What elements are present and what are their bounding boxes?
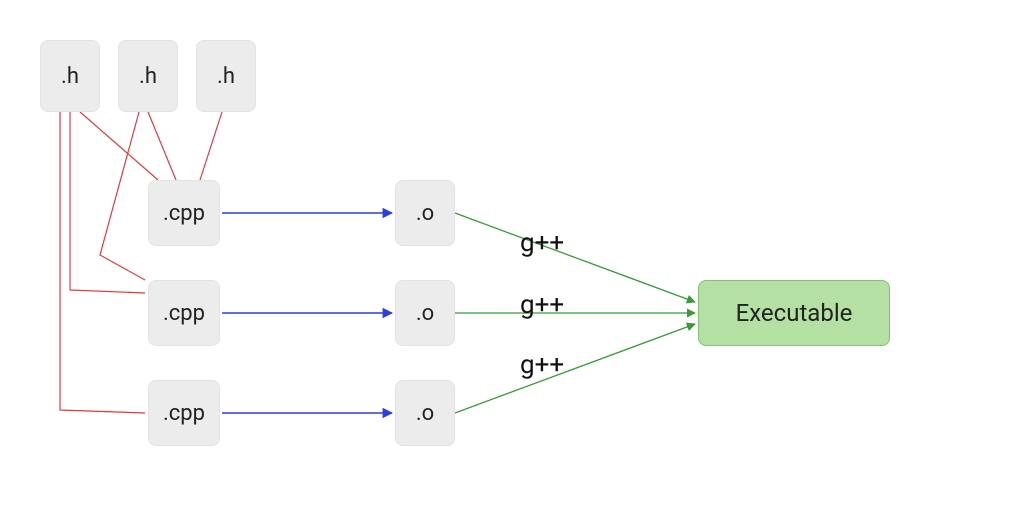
edge-label-link-1: g++ xyxy=(520,228,564,258)
edge-h1-cpp1 xyxy=(80,112,158,180)
edge-o3-exe xyxy=(455,324,695,413)
node-label: .o xyxy=(416,201,434,226)
node-executable: Executable xyxy=(698,280,890,346)
node-object-1: .o xyxy=(395,180,455,246)
node-header-2: .h xyxy=(118,40,178,112)
node-object-2: .o xyxy=(395,280,455,346)
edge-h3-cpp1 xyxy=(200,112,222,180)
edge-h2-cpp2 xyxy=(100,112,145,280)
node-label: .cpp xyxy=(163,301,205,326)
edge-label-link-2: g++ xyxy=(520,290,564,320)
node-label: .h xyxy=(139,64,157,89)
node-label: .cpp xyxy=(163,201,205,226)
node-label: .o xyxy=(416,301,434,326)
node-label: .h xyxy=(61,64,79,89)
node-cpp-2: .cpp xyxy=(148,280,220,346)
node-label: .h xyxy=(217,64,235,89)
node-header-1: .h xyxy=(40,40,100,112)
node-label: .cpp xyxy=(163,401,205,426)
node-header-3: .h xyxy=(196,40,256,112)
edge-label-link-3: g++ xyxy=(520,350,564,380)
edge-h2-cpp1 xyxy=(148,112,176,180)
edge-o1-exe xyxy=(455,213,695,302)
edge-h1-cpp2 xyxy=(70,112,145,293)
compilation-diagram: .h .h .h .cpp .cpp .cpp .o .o .o Executa… xyxy=(0,0,1024,515)
node-label: Executable xyxy=(736,299,853,327)
node-cpp-1: .cpp xyxy=(148,180,220,246)
node-cpp-3: .cpp xyxy=(148,380,220,446)
edge-h1-cpp3 xyxy=(60,112,145,413)
node-label: .o xyxy=(416,401,434,426)
node-object-3: .o xyxy=(395,380,455,446)
